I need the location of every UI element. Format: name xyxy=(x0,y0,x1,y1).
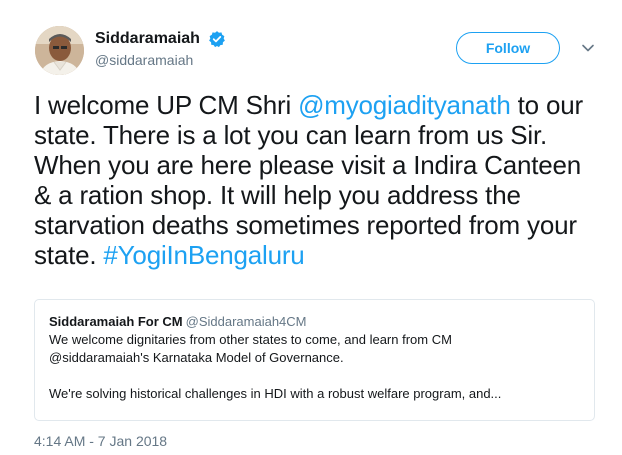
quoted-handle: @Siddaramaiah4CM xyxy=(185,314,307,329)
quoted-display-name: Siddaramaiah For CM xyxy=(49,314,183,329)
chevron-down-icon[interactable] xyxy=(580,40,596,56)
quoted-tweet[interactable]: Siddaramaiah For CM @Siddaramaiah4CM We w… xyxy=(34,299,595,421)
timestamp[interactable]: 4:14 AM - 7 Jan 2018 xyxy=(34,433,167,449)
follow-button[interactable]: Follow xyxy=(456,32,560,64)
tweet-text: I welcome UP CM Shri @myogiadityanath to… xyxy=(34,90,594,270)
quoted-tweet-header: Siddaramaiah For CM @Siddaramaiah4CM xyxy=(49,313,582,331)
author-block[interactable]: Siddaramaiah @siddaramaiah xyxy=(95,30,226,68)
quoted-text-line: We welcome dignitaries from other states… xyxy=(49,332,452,347)
verified-badge-icon xyxy=(209,31,226,48)
quoted-text-line: We're solving historical challenges in H… xyxy=(49,386,502,401)
mention-link[interactable]: @myogiadityanath xyxy=(298,90,511,120)
handle[interactable]: @siddaramaiah xyxy=(95,52,226,68)
quoted-text-line: @siddaramaiah's Karnataka Model of Gover… xyxy=(49,350,344,365)
display-name[interactable]: Siddaramaiah xyxy=(95,30,200,48)
tweet-text-part: I welcome UP CM Shri xyxy=(34,90,299,120)
hashtag-link[interactable]: #YogiInBengaluru xyxy=(103,240,304,270)
avatar[interactable] xyxy=(35,26,84,75)
tweet-header: Siddaramaiah @siddaramaiah Follow xyxy=(0,0,622,80)
profile-photo xyxy=(35,26,84,75)
